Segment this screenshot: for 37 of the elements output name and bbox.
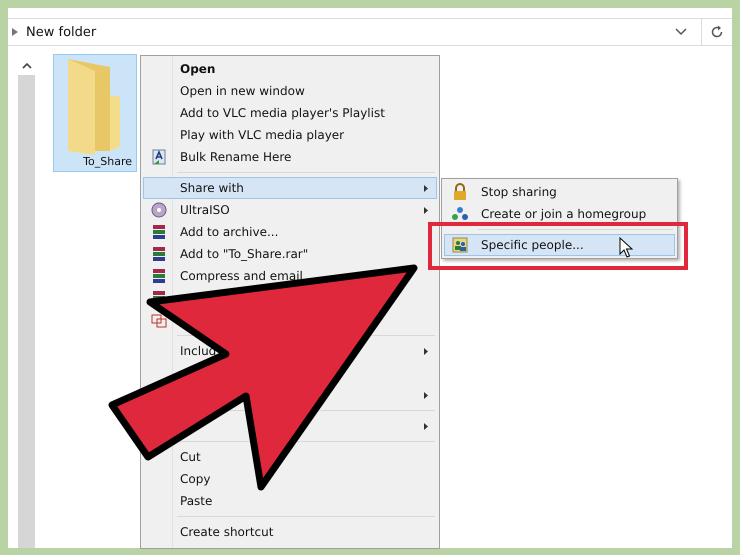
menu-item[interactable]: UltraISO [143, 199, 437, 221]
menu-item[interactable]: Create shortcut [143, 521, 437, 543]
menu-item[interactable]: Play with VLC media player [143, 124, 437, 146]
people-icon [452, 237, 468, 253]
menu-item[interactable]: Stop sharing [444, 181, 675, 203]
address-bar[interactable]: New folder [8, 18, 732, 46]
menu-item[interactable]: Paste [143, 490, 437, 512]
rename-icon [151, 149, 167, 165]
menu-item[interactable]: Create or join a homegroup [444, 203, 675, 225]
refresh-icon [710, 25, 724, 39]
submenu-arrow-icon [424, 184, 428, 192]
books-icon [151, 268, 167, 284]
menu-item[interactable]: Share with [143, 177, 437, 199]
menu-item[interactable]: Compress and email [143, 265, 437, 287]
lock-icon [452, 183, 468, 201]
cursor-icon [619, 237, 633, 259]
people-group-icon [451, 206, 469, 222]
submenu-arrow-icon [424, 348, 428, 354]
disc-icon [151, 202, 167, 218]
folder-path: New folder [26, 24, 98, 40]
submenu-arrow-icon [424, 206, 428, 214]
books-icon [151, 224, 167, 240]
windows-icon [151, 312, 167, 328]
menu-item[interactable]: Copy [143, 468, 437, 490]
dropdown-icon[interactable] [675, 28, 687, 36]
folder-name: To_Share [83, 155, 132, 168]
menu-item[interactable]: Specific people... [444, 234, 675, 256]
scroll-up-icon[interactable] [22, 62, 32, 69]
folder-item[interactable]: To_Share [53, 54, 137, 172]
expand-arrow-icon[interactable] [12, 28, 18, 36]
menu-item[interactable]: Add to VLC media player's Playlist [143, 102, 437, 124]
menu-item[interactable]: Open in new window [143, 80, 437, 102]
menu-item[interactable]: Open [143, 58, 437, 80]
submenu-arrow-icon [424, 422, 428, 430]
books-icon [151, 246, 167, 262]
menu-item[interactable]: Bulk Rename Here [143, 146, 437, 168]
submenu-arrow-icon [424, 392, 428, 398]
